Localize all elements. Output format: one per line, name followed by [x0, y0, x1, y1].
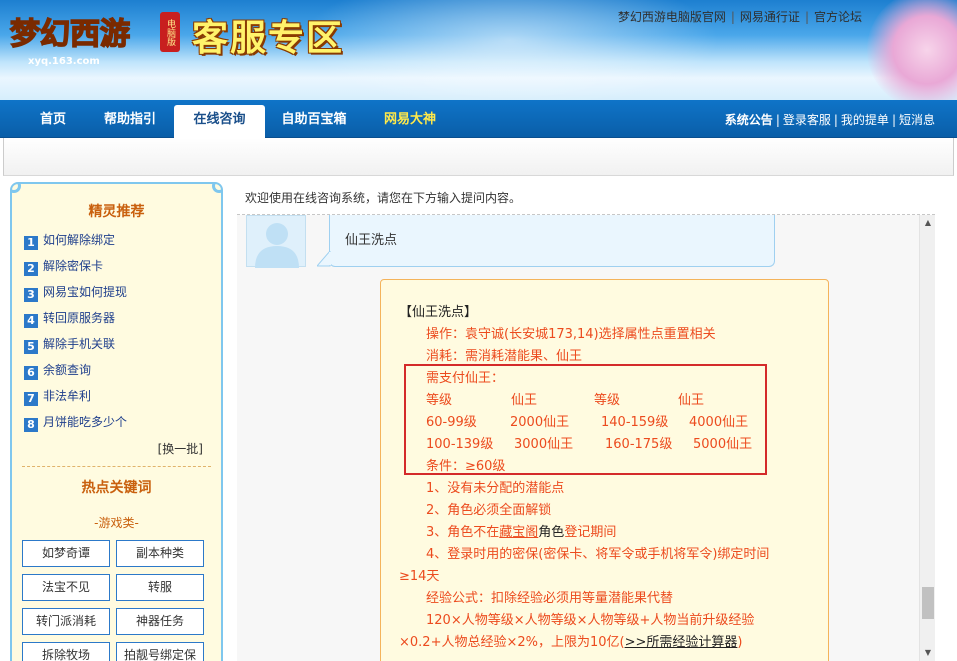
treasure-pavilion-link[interactable]: 藏宝阁 — [499, 525, 538, 540]
forum-link[interactable]: 官方论坛 — [809, 10, 867, 24]
system-notice-link[interactable]: 系统公告 — [725, 113, 773, 127]
condition-2: 2、角色必须全面解锁 — [426, 503, 552, 518]
condition-4: 4、登录时用的密保(密保卡、将军令或手机将军令)绑定时间 — [426, 547, 770, 562]
zone-title: 客服专区 — [192, 18, 345, 59]
recommend-item[interactable]: 3 网易宝如何提现 — [24, 283, 128, 302]
tab-self-service[interactable]: 自助百宝箱 — [274, 105, 354, 138]
top-links: 梦幻西游电脑版官网 | 网易通行证 | 官方论坛 — [613, 8, 867, 25]
site-header: 梦幻西游 xyq.163.com 电脑版 客服专区 梦幻西游电脑版官网 | 网易通行… — [0, 0, 957, 100]
my-tickets-link[interactable]: 我的提单 — [841, 113, 889, 127]
chat-area: 仙王洗点 【仙王洗点】 操作：袁守诚(长安城173,14)选择属性点重置相关 消… — [237, 215, 935, 661]
item-number: 5 — [24, 340, 38, 354]
corner-decoration — [12, 184, 21, 193]
item-number: 2 — [24, 262, 38, 276]
keyword-button[interactable]: 神器任务 — [116, 608, 204, 635]
condition-3-role: 角色 — [538, 525, 565, 540]
item-number: 4 — [24, 314, 38, 328]
logo-title: 梦幻西游 — [10, 17, 130, 52]
item-label: 月饼能吃多少个 — [43, 415, 128, 429]
keyword-button[interactable]: 拆除牧场 — [22, 642, 110, 661]
exp-formula-text: ×0.2+人物总经验×2%，上限为10亿( — [399, 635, 625, 650]
tab-netease-dashen[interactable]: 网易大神 — [370, 105, 450, 138]
recommend-item[interactable]: 4 转回原服务器 — [24, 309, 116, 328]
scroll-down-icon[interactable]: ▼ — [920, 645, 936, 661]
passport-link[interactable]: 网易通行证 — [735, 10, 805, 24]
corner-decoration — [212, 184, 221, 193]
keyword-button[interactable]: 副本种类 — [116, 540, 204, 567]
highlight-box — [404, 364, 767, 475]
keyword-button[interactable]: 转门派消耗 — [22, 608, 110, 635]
condition-3-tail: 登记期间 — [564, 525, 617, 540]
exp-calculator-link[interactable]: >>所需经验计算器 — [625, 635, 738, 650]
nav-right-links: 系统公告 | 登录客服 | 我的提单 | 短消息 — [725, 111, 935, 128]
keyword-category: -游戏类- — [94, 516, 139, 530]
scroll-up-icon[interactable]: ▲ — [920, 215, 936, 231]
main-nav: 首页 帮助指引 在线咨询 自助百宝箱 网易大神 系统公告 | 登录客服 | 我的提单 | 短… — [0, 100, 957, 138]
answer-title: 【仙王洗点】 — [399, 305, 478, 320]
sub-bar — [3, 138, 954, 176]
link-separator: | — [833, 113, 838, 127]
avatar-person-icon — [255, 223, 299, 268]
login-service-link[interactable]: 登录客服 — [783, 113, 831, 127]
exp-formula-label: 经验公式：扣除经验必须用等量潜能果代替 — [426, 591, 674, 606]
item-number: 1 — [24, 236, 38, 250]
item-number: 8 — [24, 418, 38, 432]
tab-online-consult[interactable]: 在线咨询 — [174, 105, 265, 138]
recommend-item[interactable]: 5 解除手机关联 — [24, 335, 116, 354]
sidebar: 精灵推荐 1 如何解除绑定 2 解除密保卡 3 网易宝如何提现 4 转回原服务器 5 解除… — [10, 182, 223, 661]
exp-formula-close: ) — [737, 635, 743, 650]
keyword-button[interactable]: 如梦奇谭 — [22, 540, 110, 567]
divider — [22, 466, 211, 467]
user-avatar — [246, 215, 306, 268]
item-number: 3 — [24, 288, 38, 302]
keyword-button[interactable]: 法宝不见 — [22, 574, 110, 601]
exp-formula-continued: ×0.2+人物总经验×2%，上限为10亿(>>所需经验计算器) — [399, 631, 742, 650]
item-label: 如何解除绑定 — [43, 233, 116, 247]
official-site-link[interactable]: 梦幻西游电脑版官网 — [613, 10, 731, 24]
exp-formula: 120×人物等级×人物等级×人物等级+人物当前升级经验 — [426, 613, 755, 628]
item-number: 7 — [24, 392, 38, 406]
item-label: 解除手机关联 — [43, 337, 116, 351]
item-label: 非法牟利 — [43, 389, 92, 403]
logo-badge: 电脑版 — [160, 12, 180, 52]
item-label: 转回原服务器 — [43, 311, 116, 325]
tab-home[interactable]: 首页 — [22, 105, 84, 138]
recommend-item[interactable]: 7 非法牟利 — [24, 387, 92, 406]
header-flower-decoration — [867, 0, 957, 100]
refresh-button[interactable]: [换一批] — [158, 440, 203, 457]
bubble-tail-icon — [317, 251, 331, 267]
recommend-title: 精灵推荐 — [88, 204, 145, 220]
link-separator: | — [775, 113, 780, 127]
answer-cost: 消耗：需消耗潜能果、仙王 — [426, 349, 583, 364]
answer-operation: 操作：袁守诚(长安城173,14)选择属性点重置相关 — [426, 327, 716, 342]
condition-3: 3、角色不在藏宝阁角色登记期间 — [426, 521, 616, 540]
keyword-button[interactable]: 转服 — [116, 574, 204, 601]
hot-keywords-title: 热点关键词 — [81, 480, 152, 496]
recommend-item[interactable]: 1 如何解除绑定 — [24, 231, 116, 250]
item-number: 6 — [24, 366, 38, 380]
item-label: 解除密保卡 — [43, 259, 104, 273]
user-message-text: 仙王洗点 — [345, 233, 398, 248]
condition-1: 1、没有未分配的潜能点 — [426, 481, 565, 496]
messages-link[interactable]: 短消息 — [899, 113, 935, 127]
recommend-item[interactable]: 6 余额查询 — [24, 361, 92, 380]
chat-scrollbar[interactable]: ▲ ▼ — [919, 215, 935, 661]
link-separator: | — [891, 113, 896, 127]
item-label: 余额查询 — [43, 363, 92, 377]
condition-3-text: 3、角色不在 — [426, 525, 500, 540]
recommend-item[interactable]: 2 解除密保卡 — [24, 257, 104, 276]
keyword-button[interactable]: 拍靓号绑定保 — [116, 642, 204, 661]
welcome-text: 欢迎使用在线咨询系统，请您在下方输入提问内容。 — [245, 191, 522, 205]
tab-help[interactable]: 帮助指引 — [95, 105, 165, 138]
scroll-thumb[interactable] — [922, 587, 934, 619]
condition-4-continued: ≥14天 — [399, 569, 440, 584]
item-label: 网易宝如何提现 — [43, 285, 128, 299]
logo-domain: xyq.163.com — [28, 56, 100, 67]
recommend-item[interactable]: 8 月饼能吃多少个 — [24, 413, 128, 432]
